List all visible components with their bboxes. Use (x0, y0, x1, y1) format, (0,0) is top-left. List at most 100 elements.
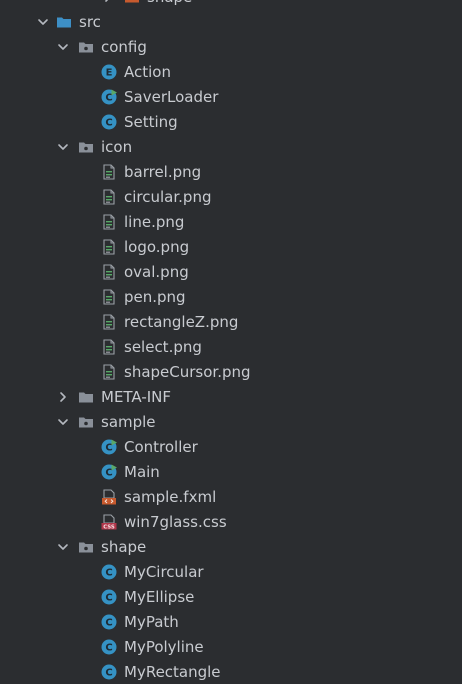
tree-node-label: Setting (124, 113, 178, 131)
image-file-icon (101, 264, 117, 280)
tree-node-main[interactable]: C Main (0, 460, 462, 485)
fxml-file-icon (101, 489, 117, 505)
tree-node-label: MyEllipse (124, 588, 195, 606)
svg-text:C: C (105, 618, 112, 629)
chevron-right-icon[interactable] (100, 0, 116, 5)
image-file-icon (101, 314, 117, 330)
tree-node-label: SaverLoader (124, 88, 219, 106)
image-file-icon (101, 164, 117, 180)
svg-text:C: C (105, 118, 112, 129)
tree-node-mycircular[interactable]: C MyCircular (0, 560, 462, 585)
tree-node-label: MyRectangle (124, 663, 221, 681)
package-icon (78, 539, 94, 555)
tree-node-label: sample (101, 413, 156, 431)
chevron-down-icon[interactable] (55, 414, 71, 430)
tree-node-circular-png[interactable]: circular.png (0, 185, 462, 210)
package-icon (78, 414, 94, 430)
tree-node-icon[interactable]: icon (0, 135, 462, 160)
tree-node-sample[interactable]: sample (0, 410, 462, 435)
image-file-icon (101, 289, 117, 305)
tree-node-config[interactable]: config (0, 35, 462, 60)
tree-node-label: icon (101, 138, 133, 156)
image-file-icon (101, 364, 117, 380)
tree-node-label: shape (147, 0, 192, 7)
css-file-icon: CSS (101, 514, 117, 530)
image-file-icon (101, 239, 117, 255)
tree-node-label: META-INF (101, 388, 172, 406)
tree-node-label: oval.png (124, 263, 189, 281)
tree-node-sample-fxml[interactable]: sample.fxml (0, 485, 462, 510)
tree-node-controller[interactable]: C Controller (0, 435, 462, 460)
tree-node-label: MyCircular (124, 563, 204, 581)
tree-node-label: line.png (124, 213, 185, 231)
tree-node-label: logo.png (124, 238, 190, 256)
tree-node-label: MyPolyline (124, 638, 204, 656)
tree-node-shapecursor-png[interactable]: shapeCursor.png (0, 360, 462, 385)
source-folder-icon (56, 14, 72, 30)
tree-node-label: shapeCursor.png (124, 363, 251, 381)
tree-node-pen-png[interactable]: pen.png (0, 285, 462, 310)
runnable-class-icon: C (101, 464, 117, 480)
tree-node-label: src (79, 13, 101, 31)
svg-text:C: C (105, 593, 112, 604)
tree-node-myrectangle[interactable]: C MyRectangle (0, 660, 462, 684)
tree-node-barrel-png[interactable]: barrel.png (0, 160, 462, 185)
chevron-down-icon[interactable] (55, 39, 71, 55)
tree-node-shape[interactable]: shape (0, 0, 462, 10)
tree-node-label: shape (101, 538, 147, 556)
chevron-right-icon[interactable] (55, 389, 71, 405)
runnable-class-icon: C (101, 89, 117, 105)
class-icon: C (101, 639, 117, 655)
tree-node-win7glass-css[interactable]: CSS win7glass.css (0, 510, 462, 535)
class-icon: C (101, 114, 117, 130)
tree-node-setting[interactable]: C Setting (0, 110, 462, 135)
image-file-icon (101, 214, 117, 230)
tree-node-label: rectangleZ.png (124, 313, 239, 331)
project-tree: shape srcconfig E Action C SaverLoader C Settin… (0, 0, 462, 684)
folder-icon (124, 0, 140, 5)
tree-node-saverloader[interactable]: C SaverLoader (0, 85, 462, 110)
svg-text:C: C (105, 643, 112, 654)
svg-text:C: C (105, 568, 112, 579)
enum-icon: E (101, 64, 117, 80)
tree-node-label: Main (124, 463, 160, 481)
tree-node-oval-png[interactable]: oval.png (0, 260, 462, 285)
folder-icon (78, 389, 94, 405)
tree-node-label: win7glass.css (124, 513, 227, 531)
chevron-down-icon[interactable] (55, 139, 71, 155)
image-file-icon (101, 339, 117, 355)
svg-text:C: C (105, 668, 112, 679)
chevron-down-icon[interactable] (35, 14, 51, 30)
chevron-down-icon[interactable] (55, 539, 71, 555)
class-icon: C (101, 614, 117, 630)
tree-node-action[interactable]: E Action (0, 60, 462, 85)
svg-text:E: E (106, 68, 113, 79)
tree-node-label: barrel.png (124, 163, 202, 181)
tree-node-src[interactable]: src (0, 10, 462, 35)
tree-node-label: select.png (124, 338, 202, 356)
class-icon: C (101, 664, 117, 680)
tree-node-rectanglez-png[interactable]: rectangleZ.png (0, 310, 462, 335)
class-icon: C (101, 564, 117, 580)
tree-node-label: config (101, 38, 147, 56)
package-icon (78, 39, 94, 55)
svg-text:CSS: CSS (103, 525, 115, 531)
tree-node-label: sample.fxml (124, 488, 217, 506)
tree-node-label: MyPath (124, 613, 179, 631)
tree-node-mypath[interactable]: C MyPath (0, 610, 462, 635)
runnable-class-icon: C (101, 439, 117, 455)
package-icon (78, 139, 94, 155)
tree-node-meta-inf[interactable]: META-INF (0, 385, 462, 410)
tree-node-select-png[interactable]: select.png (0, 335, 462, 360)
tree-node-logo-png[interactable]: logo.png (0, 235, 462, 260)
tree-node-shape[interactable]: shape (0, 535, 462, 560)
image-file-icon (101, 189, 117, 205)
tree-node-label: Action (124, 63, 171, 81)
tree-node-label: Controller (124, 438, 198, 456)
tree-node-label: circular.png (124, 188, 212, 206)
tree-node-label: pen.png (124, 288, 186, 306)
tree-node-myellipse[interactable]: C MyEllipse (0, 585, 462, 610)
tree-node-line-png[interactable]: line.png (0, 210, 462, 235)
tree-node-mypolyline[interactable]: C MyPolyline (0, 635, 462, 660)
class-icon: C (101, 589, 117, 605)
